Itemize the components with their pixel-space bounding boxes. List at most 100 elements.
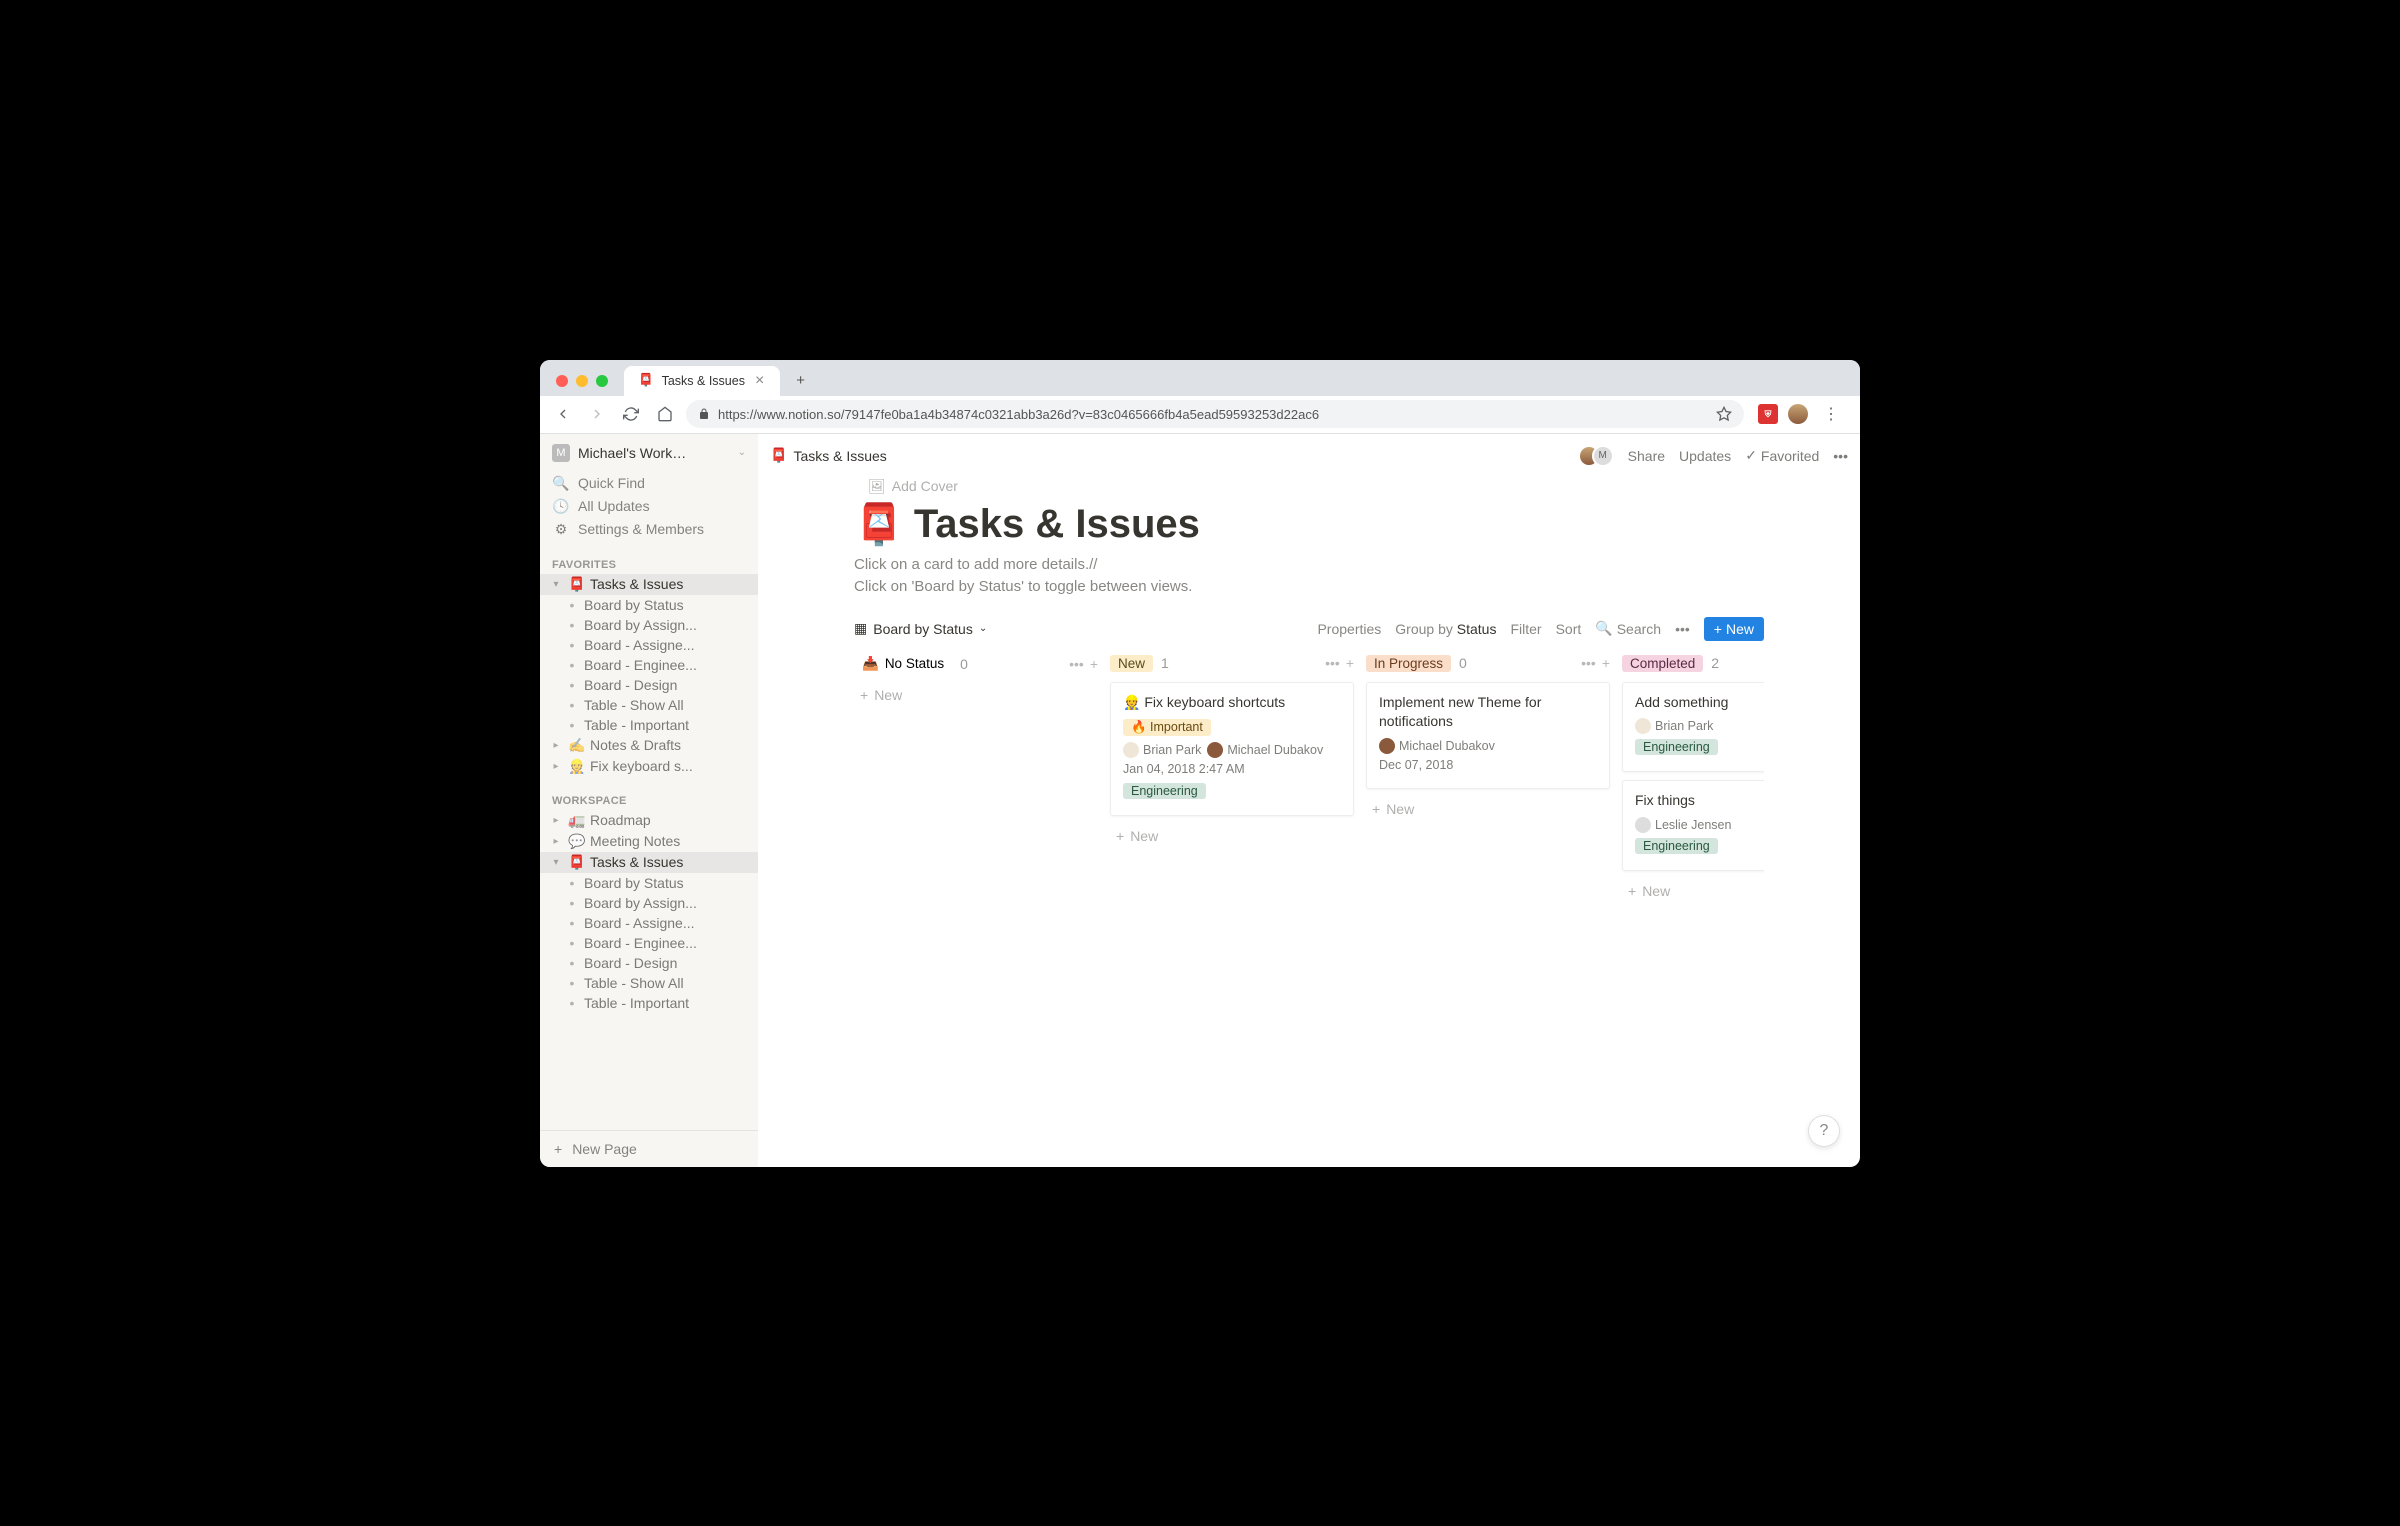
page-icon: ✍️: [568, 737, 586, 754]
star-icon[interactable]: [1716, 406, 1732, 422]
toggle-icon[interactable]: ▸: [548, 761, 564, 772]
page-description[interactable]: Click on a card to add more details.// C…: [854, 554, 1764, 599]
new-button[interactable]: + New: [1704, 617, 1764, 641]
sidebar-page[interactable]: ▾ 📮 Tasks & Issues: [540, 852, 758, 873]
reload-button[interactable]: [618, 401, 644, 427]
sidebar-subpage[interactable]: • Board - Design: [540, 675, 758, 695]
sidebar-subpage[interactable]: • Board by Status: [540, 873, 758, 893]
chevron-down-icon: ⌄: [979, 623, 987, 634]
sidebar-subpage[interactable]: • Table - Show All: [540, 973, 758, 993]
page-emoji[interactable]: 📮: [854, 501, 904, 548]
extension-icon[interactable]: ⛨: [1758, 404, 1778, 424]
toggle-icon[interactable]: ▾: [548, 579, 564, 590]
bullet-icon: •: [564, 617, 580, 633]
sidebar-subpage[interactable]: • Table - Important: [540, 715, 758, 735]
plus-icon: +: [1116, 828, 1124, 844]
presence-avatars[interactable]: M: [1578, 445, 1614, 467]
all-updates[interactable]: 🕓 All Updates: [540, 495, 758, 518]
settings-members[interactable]: ⚙ Settings & Members: [540, 518, 758, 541]
clock-icon: 🕓: [552, 498, 570, 515]
toggle-icon[interactable]: ▸: [548, 836, 564, 847]
column-add-icon[interactable]: +: [1090, 656, 1098, 672]
back-button[interactable]: [550, 401, 576, 427]
sidebar-subpage[interactable]: • Board - Enginee...: [540, 655, 758, 675]
column-add-icon[interactable]: +: [1602, 655, 1610, 671]
close-tab-button[interactable]: ×: [753, 372, 766, 390]
board-card[interactable]: Fix thingsLeslie JensenEngineering: [1622, 780, 1764, 871]
new-page-button[interactable]: + New Page: [540, 1131, 758, 1167]
sidebar-subpage[interactable]: • Board by Assign...: [540, 893, 758, 913]
new-tab-button[interactable]: +: [788, 368, 813, 393]
person: Leslie Jensen: [1635, 817, 1731, 833]
sidebar-page[interactable]: ▾ 📮 Tasks & Issues: [540, 574, 758, 595]
address-bar[interactable]: https://www.notion.so/79147fe0ba1a4b3487…: [686, 400, 1744, 428]
more-menu-icon[interactable]: •••: [1833, 448, 1848, 464]
share-button[interactable]: Share: [1628, 448, 1665, 464]
column-header: New 1 ••• +: [1110, 655, 1354, 672]
person: Michael Dubakov: [1379, 738, 1495, 754]
browser-menu-icon[interactable]: ⋮: [1818, 401, 1844, 427]
sidebar-subpage[interactable]: • Board - Design: [540, 953, 758, 973]
sidebar-page[interactable]: ▸ ✍️ Notes & Drafts: [540, 735, 758, 756]
page-content: 🖼 Add Cover 📮 Tasks & Issues Click on a …: [758, 478, 1860, 1167]
filter-button[interactable]: Filter: [1510, 621, 1541, 637]
favorited-button[interactable]: ✓ Favorited: [1745, 447, 1819, 464]
sidebar-page[interactable]: ▸ 👷 Fix keyboard s...: [540, 756, 758, 777]
breadcrumb-title: Tasks & Issues: [793, 448, 886, 464]
page-label: Roadmap: [590, 812, 750, 828]
updates-button[interactable]: Updates: [1679, 448, 1731, 464]
toggle-icon[interactable]: ▸: [548, 815, 564, 826]
workspace-switcher[interactable]: M Michael's Work… ⌄: [540, 434, 758, 472]
sidebar-subpage[interactable]: • Table - Important: [540, 993, 758, 1013]
bullet-icon: •: [564, 697, 580, 713]
minimize-window-button[interactable]: [576, 375, 588, 387]
browser-tab[interactable]: 📮 Tasks & Issues ×: [624, 366, 780, 396]
column-more-icon[interactable]: •••: [1325, 655, 1340, 671]
add-cover-button[interactable]: 🖼 Add Cover: [854, 478, 958, 501]
board-card[interactable]: Add somethingBrian ParkEngineering: [1622, 682, 1764, 773]
home-button[interactable]: [652, 401, 678, 427]
column-more-icon[interactable]: •••: [1069, 656, 1084, 672]
forward-button[interactable]: [584, 401, 610, 427]
profile-avatar-icon[interactable]: [1788, 404, 1808, 424]
sidebar-subpage[interactable]: • Board - Assigne...: [540, 913, 758, 933]
breadcrumb[interactable]: 📮 Tasks & Issues: [770, 447, 887, 464]
search-button[interactable]: 🔍 Search: [1595, 620, 1661, 637]
toggle-icon[interactable]: ▸: [548, 740, 564, 751]
quick-find[interactable]: 🔍 Quick Find: [540, 472, 758, 495]
add-card-button[interactable]: + New: [1110, 824, 1354, 848]
plus-icon: +: [1372, 801, 1380, 817]
help-button[interactable]: ?: [1808, 1115, 1840, 1147]
sidebar-page[interactable]: ▸ 💬 Meeting Notes: [540, 831, 758, 852]
card-date: Jan 04, 2018 2:47 AM: [1123, 762, 1341, 776]
group-by-button[interactable]: Group by Status: [1395, 621, 1496, 637]
close-window-button[interactable]: [556, 375, 568, 387]
column-count: 2: [1711, 655, 1719, 671]
bullet-icon: •: [564, 717, 580, 733]
page-label: Board by Status: [584, 597, 750, 613]
column-add-icon[interactable]: +: [1346, 655, 1354, 671]
board-card[interactable]: Implement new Theme for notificationsMic…: [1366, 682, 1610, 789]
view-selector[interactable]: ▦ Board by Status ⌄: [854, 620, 987, 637]
maximize-window-button[interactable]: [596, 375, 608, 387]
person: Michael Dubakov: [1207, 742, 1323, 758]
add-card-button[interactable]: + New: [854, 683, 1098, 707]
column-more-icon[interactable]: •••: [1581, 655, 1596, 671]
view-more-icon[interactable]: •••: [1675, 621, 1690, 637]
card-title: Add something: [1635, 693, 1764, 713]
sidebar-subpage[interactable]: • Board by Status: [540, 595, 758, 615]
add-card-button[interactable]: + New: [1366, 797, 1610, 821]
bullet-icon: •: [564, 637, 580, 653]
properties-button[interactable]: Properties: [1317, 621, 1381, 637]
sidebar-subpage[interactable]: • Board - Assigne...: [540, 635, 758, 655]
add-card-button[interactable]: + New: [1622, 879, 1764, 903]
page-title[interactable]: Tasks & Issues: [914, 502, 1200, 547]
sidebar-subpage[interactable]: • Board by Assign...: [540, 615, 758, 635]
sidebar-subpage[interactable]: • Board - Enginee...: [540, 933, 758, 953]
sort-button[interactable]: Sort: [1556, 621, 1582, 637]
toggle-icon[interactable]: ▾: [548, 857, 564, 868]
card-people: Michael Dubakov: [1379, 738, 1597, 754]
board-card[interactable]: 👷 Fix keyboard shortcuts🔥 ImportantBrian…: [1110, 682, 1354, 817]
sidebar-page[interactable]: ▸ 🚛 Roadmap: [540, 810, 758, 831]
sidebar-subpage[interactable]: • Table - Show All: [540, 695, 758, 715]
